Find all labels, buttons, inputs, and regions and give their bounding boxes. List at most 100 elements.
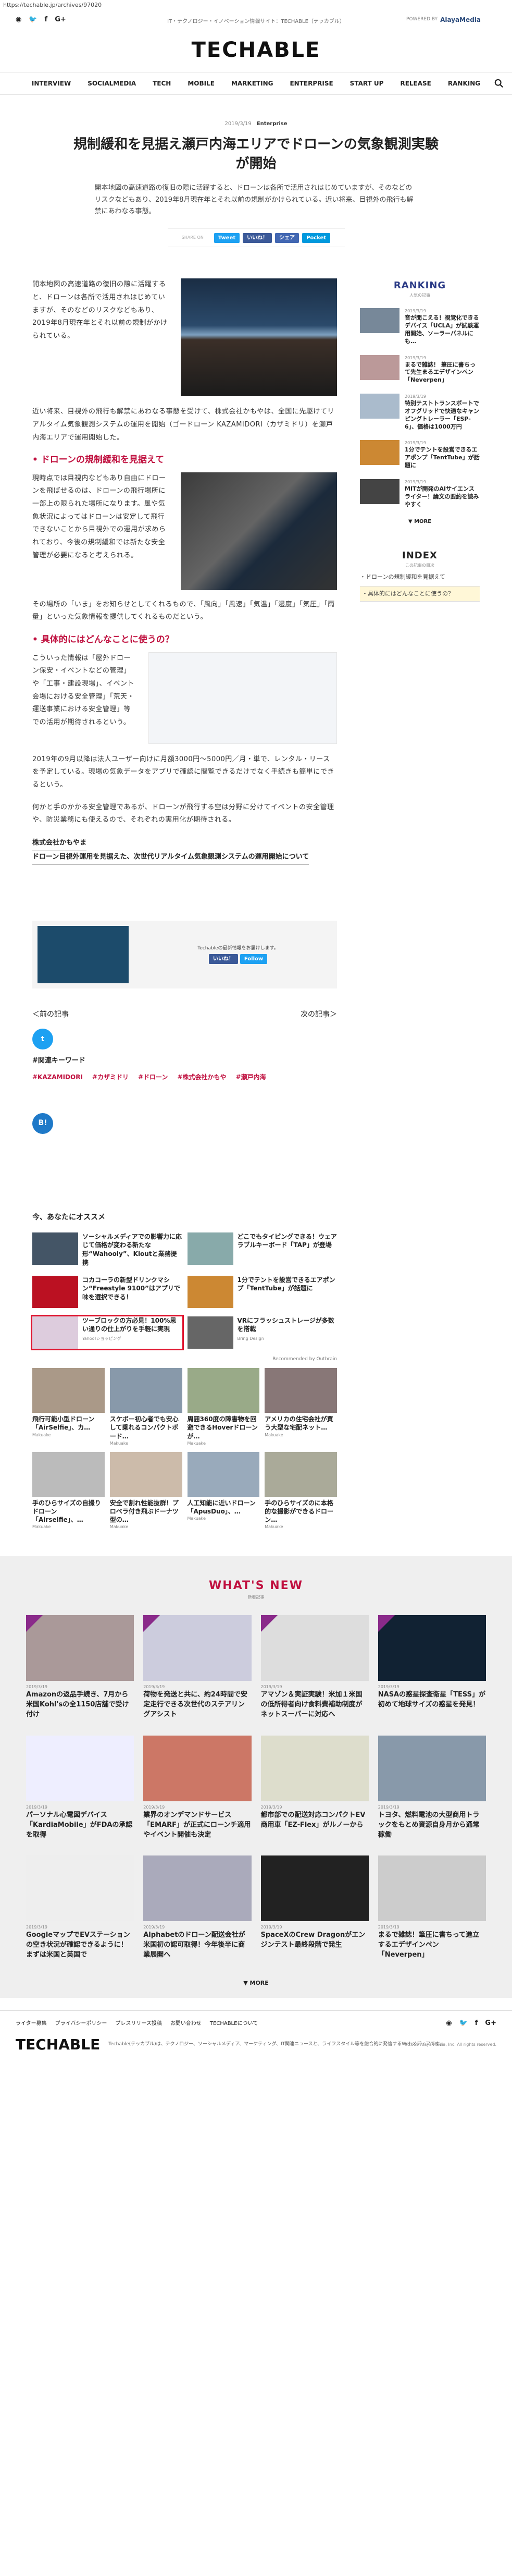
- footer: ライター募集 プライバシーポリシー プレスリリース投稿 お問い合わせ TECHA…: [0, 2010, 512, 2061]
- footer-link[interactable]: プライバシーポリシー: [55, 2020, 107, 2028]
- whats-new-more-button[interactable]: ▼ MORE: [26, 1979, 486, 1988]
- ranking-item[interactable]: 2019/3/19 MITが開発のAIサイエンスライター！論文の要約を読みやすく: [360, 479, 480, 509]
- news-card[interactable]: 2019/3/19 NASAの惑星探査衛星「TESS」が初めて地球サイズの惑星を発…: [378, 1615, 486, 1720]
- nav-interview[interactable]: INTERVIEW: [32, 79, 71, 88]
- twitter-icon[interactable]: t: [32, 1029, 53, 1049]
- footer-link[interactable]: TECHABLEについて: [210, 2020, 258, 2028]
- article-title: 規制緩和を見据え瀬戸内海エリアでドローンの気象観測実験が開始: [73, 136, 439, 172]
- paragraph: 2019年の9月以降は法人ユーザー向けに月額3000円〜5000円／月・単で、レ…: [32, 755, 334, 789]
- keyword-tag[interactable]: #株式会社かもや: [177, 1072, 226, 1082]
- recommend-item[interactable]: どこでもタイピングできる！ウェアラブルキーボード「TAP」が登場: [187, 1232, 338, 1267]
- ranking-more-button[interactable]: ▼ MORE: [360, 518, 480, 526]
- sponsored-item[interactable]: 手のひらサイズの自撮りドローン「Airselfie」、… Makuake: [32, 1451, 105, 1531]
- hatena-icon[interactable]: B!: [32, 1113, 53, 1134]
- news-card[interactable]: 2019/3/19 アマゾン＆実証実験！米加１米国の低所得者向け食料費補助制度がネ…: [260, 1615, 369, 1720]
- article-body: 開本地図の高速道路の復旧の際に活躍すると、ドローンは各所で活用されはじめています…: [31, 278, 338, 1531]
- googleplus-icon[interactable]: G+: [485, 2018, 496, 2029]
- follow-button[interactable]: Follow: [240, 954, 268, 965]
- nav-mobile[interactable]: MOBILE: [188, 79, 215, 88]
- article-meta: 2019/3/19 Enterprise: [224, 120, 288, 127]
- sponsored-item[interactable]: 手のひらサイズのに本格的な撮影ができるドローン… Makuake: [265, 1451, 337, 1531]
- whats-new: WHAT'S NEW 新着記事 2019/3/19 Amazonの返品手続き、7月…: [0, 1556, 512, 1998]
- recommend-item[interactable]: 1分でテントを設営できるエアポンプ「TentTube」が話題に: [187, 1275, 338, 1308]
- footer-link[interactable]: プレスリリース投稿: [115, 2020, 162, 2028]
- sponsored-item[interactable]: 安全で割れ性能抜群！プロペラ付き飛ぶドーナツ型の… Makuake: [109, 1451, 182, 1531]
- keyword-tag[interactable]: #カザミドリ: [92, 1072, 129, 1082]
- recommend-list: ソーシャルメディアでの影響力に応じて価格が変わる新たな形“Wahooly”、Kl…: [31, 1232, 338, 1350]
- news-card[interactable]: 2019/3/19 パーソナル心電図デバイス「KardiaMobile」がFDAの…: [26, 1735, 134, 1840]
- copyright: ©2019 Alaya Media, Inc. All rights reser…: [404, 2042, 496, 2047]
- recommend-item[interactable]: コカコーラの新型ドリンクマシン“Freestyle 9100”はアプリで味を選択…: [32, 1275, 182, 1308]
- news-card[interactable]: 2019/3/19 業界のオンデマンドサービス「EMARF」が正式にローンチ適用や…: [143, 1735, 252, 1840]
- ranking-item[interactable]: 2019/3/19 まるで雑誌！ 筆圧に書ちって先生まるエデザインペン「Never…: [360, 355, 480, 385]
- outbrain-label[interactable]: Recommended by Outbrain: [32, 1356, 337, 1363]
- facebook-icon[interactable]: f: [475, 2018, 478, 2029]
- index-title: INDEX: [402, 550, 438, 561]
- nav-enterprise[interactable]: ENTERPRISE: [290, 79, 333, 88]
- keyword-list: #KAZAMIDORI #カザミドリ #ドローン #株式会社かもや #瀬戸内海: [32, 1072, 337, 1082]
- ranking-item[interactable]: 2019/3/19 1分でテントを設営できるエアポンプ「TentTube」が話題に: [360, 440, 480, 470]
- tweet-button[interactable]: Tweet: [214, 233, 240, 243]
- source-link[interactable]: 株式会社かもやま: [32, 836, 87, 850]
- sponsored-item[interactable]: 飛行可能小型ドローン「AirSelfie」、カ… Makuake: [32, 1368, 105, 1447]
- nav-marketing[interactable]: MARKETING: [231, 79, 273, 88]
- paragraph: 開本地図の高速道路の復旧の際に活躍すると、ドローンは各所で活用されはじめています…: [32, 280, 168, 340]
- nav-socialmedia[interactable]: SOCIALMEDIA: [88, 79, 136, 88]
- rss-icon[interactable]: ◉: [446, 2018, 452, 2029]
- source-link[interactable]: ドローン目視外運用を見据えた、次世代リアルタイム気象観測システムの運用開始につい…: [32, 850, 309, 864]
- ranking-item[interactable]: 2019/3/19 音が聞こえる！視覚化できるデバイス「UCLA」が試験運用開始、…: [360, 308, 480, 345]
- sidebar: RANKING 人気の記事 2019/3/19 音が聞こえる！視覚化できるデバイス…: [360, 278, 480, 1530]
- like-button[interactable]: いいね！: [243, 233, 272, 243]
- drone-control-image: [181, 278, 337, 397]
- pager: ＜前の記事 次の記事＞: [32, 1009, 337, 1020]
- share-button[interactable]: シェア: [275, 233, 299, 243]
- keyword-tag[interactable]: #ドローン: [138, 1072, 168, 1082]
- section-heading: • 具体的にはどんなことに使うの？: [32, 634, 174, 645]
- news-card[interactable]: 2019/3/19 Alphabetのドローン配送会社が米国初の認可取得！今年後半…: [143, 1855, 252, 1960]
- twitter-icon[interactable]: 🐦: [459, 2018, 468, 2029]
- nav-tech[interactable]: TECH: [153, 79, 171, 88]
- recommend-item[interactable]: ソーシャルメディアでの影響力に応じて価格が変わる新たな形“Wahooly”、Kl…: [32, 1232, 182, 1267]
- sponsored-item[interactable]: スケボー初心者でも安心して乗れるコンパクトボード… Makuake: [109, 1368, 182, 1447]
- paragraph: その場所の「いま」をお知らせとしてくれるもので、「風向」「風速」「気温」「湿度」…: [32, 600, 335, 621]
- keyword-tag[interactable]: #瀬戸内海: [236, 1072, 266, 1082]
- sponsored-item[interactable]: 人工知能に近いドローン「ApusDuo」、… Makuake: [187, 1451, 260, 1531]
- follow-image: [38, 926, 129, 983]
- footer-logo[interactable]: TECHABLE: [16, 2034, 100, 2056]
- sponsored-item[interactable]: 周囲360度の障害物を回避できるHoverドローンが… Makuake: [187, 1368, 260, 1447]
- app-screens-image: [148, 652, 337, 744]
- news-card[interactable]: 2019/3/19 荷物を発送と共に、約24時間で安定走行できる次世代のステアリン…: [143, 1615, 252, 1720]
- recommend-item-highlighted[interactable]: ツーブロックの方必見！100%思い通りの仕上がりを手軽に実現 Yahoo!ショッピ…: [31, 1314, 184, 1350]
- share-bar: SHARE ON Tweet いいね！ シェア Pocket: [167, 228, 345, 248]
- news-card[interactable]: 2019/3/19 SpaceXのCrew Dragonがエンジンテスト最終段階で…: [260, 1855, 369, 1960]
- news-card[interactable]: 2019/3/19 Amazonの返品手続き、7月から米国Kohl'sの全1150…: [26, 1615, 134, 1720]
- article-header: 2019/3/19 Enterprise 規制緩和を見据え瀬戸内海エリアでドロー…: [69, 120, 444, 248]
- nav-release[interactable]: RELEASE: [400, 79, 431, 88]
- source-links: 株式会社かもやま ドローン目視外運用を見据えた、次世代リアルタイム気象観測システ…: [32, 836, 337, 864]
- section-heading: • ドローンの規制緩和を見据えて: [32, 455, 165, 466]
- index-item-active[interactable]: ・具体的にはどんなことに使うの？: [360, 586, 480, 602]
- footer-link[interactable]: ライター募集: [16, 2020, 47, 2028]
- footer-description: Techable(テッカブル)は、テクノロジー、ソーシャルメディア、マーケティン…: [108, 2042, 444, 2047]
- keyword-tag[interactable]: #KAZAMIDORI: [32, 1072, 83, 1082]
- paragraph: 近い将来、目視外の飛行も解禁にあわなる事態を受けて、株式会社かもやは、全国に先駆…: [32, 408, 334, 442]
- news-card[interactable]: 2019/3/19 都市部での配送対応コンパクトEV商用車「EZ-Flex」がルノ…: [260, 1735, 369, 1840]
- news-card[interactable]: 2019/3/19 まるで雑誌！筆圧に書ちって進立するエデザインペン「Neverp…: [378, 1855, 486, 1960]
- paragraph: 何かと手のかかる安全管理であるが、ドローンが飛行する空は分野に分けてイベントの安…: [32, 803, 334, 824]
- index-item[interactable]: ・ドローンの規制緩和を見据えて: [360, 569, 480, 587]
- search-icon[interactable]: [494, 79, 504, 88]
- next-link[interactable]: 次の記事＞: [301, 1009, 337, 1020]
- recommend-item[interactable]: VRにフラッシュストレージが多数を搭載 Bring Design: [187, 1316, 338, 1349]
- nav-startup[interactable]: START UP: [350, 79, 384, 88]
- site-logo[interactable]: TECHABLE: [0, 34, 512, 66]
- news-card[interactable]: 2019/3/19 GoogleマップでEVステーションの空き状況が確認できるよう…: [26, 1855, 134, 1960]
- fb-like-button[interactable]: いいね！: [208, 954, 238, 965]
- prev-link[interactable]: ＜前の記事: [32, 1009, 69, 1020]
- ranking-item[interactable]: 2019/3/19 特別テストトランスポートでオフグリッドで快適なキャンピングトレ…: [360, 394, 480, 431]
- pocket-button[interactable]: Pocket: [302, 233, 331, 243]
- nav-ranking[interactable]: RANKING: [448, 79, 480, 88]
- footer-social: ◉ 🐦 f G+: [446, 2018, 496, 2029]
- news-card[interactable]: 2019/3/19 トヨタ、燃料電池の大型商用トラックをもとめ資源自身月から通常稼…: [378, 1735, 486, 1840]
- sponsored-item[interactable]: アメリカの住宅会社が買う大型な宅配ネット… Makuake: [265, 1368, 337, 1447]
- footer-link[interactable]: お問い合わせ: [170, 2020, 202, 2028]
